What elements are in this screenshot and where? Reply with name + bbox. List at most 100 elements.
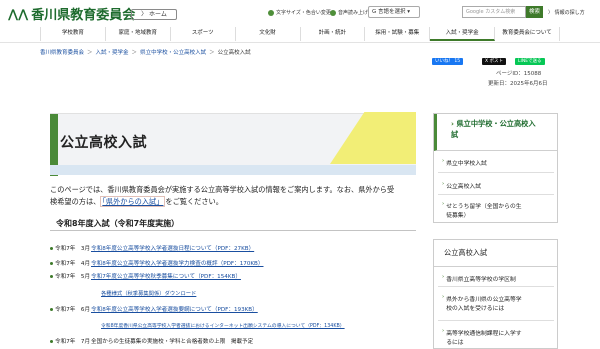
item-link[interactable]: 令和8年度公立高等学校入学者選抜日程について（PDF：27KB） <box>91 246 254 252</box>
list-item: 令和7年 7月全国からの生徒募集の実施校・学科と合格者数の上限 掲載予定 <box>50 337 253 345</box>
chevron-right-icon: › <box>442 328 445 334</box>
list-item: 令和7年 3月令和8年度公立高等学校入学者選抜日程について（PDF：27KB） <box>50 244 254 252</box>
bullet-icon <box>50 275 53 278</box>
update-date: 更新日：2025年6月6日 <box>488 81 548 87</box>
side-item-label: 県外から香川県の公立高等学 校の入試を受けるには <box>446 294 521 312</box>
breadcrumb-item-current: 公立高校入試 <box>217 50 251 56</box>
font-size-icon <box>268 9 274 16</box>
breadcrumb-item-entrance[interactable]: 県立中学校・公立高校入試 <box>140 50 206 56</box>
font-size-label: 文字サイズ・色合い変更 <box>276 10 331 16</box>
section-divider <box>50 230 416 231</box>
side-menu-high-school: 公立高校入試 › 香川県立高等学校の学区制 › 県外から香川県の公立高等学 校の入試を… <box>433 239 558 349</box>
side-divider <box>438 172 554 173</box>
how-to-find-link[interactable]: 〉 情報の探し方 <box>548 9 585 16</box>
side-menu-item-correspondence[interactable]: › 高等学校通信制課程に入学す るには <box>442 328 522 346</box>
font-size-color-link[interactable]: 文字サイズ・色合い変更 <box>268 9 331 16</box>
site-logo[interactable]: ⋀⋀ 香川県教育委員会 <box>8 4 136 24</box>
chevron-right-icon: › <box>442 274 445 280</box>
intro-text-2: 検希望の方は、 「県外からの入試」 をご覧ください。 <box>50 196 223 207</box>
item-date: 令和7年 7月 <box>55 339 91 345</box>
breadcrumb-item-admissions[interactable]: 入試・奨学金 <box>96 50 129 56</box>
list-item: 令和7年 6月令和8年度公立高等学校入学者選抜要綱について（PDF：193KB） <box>50 305 258 313</box>
item-date: 令和7年 5月 <box>55 274 91 280</box>
side-item-line1: 県外から香川県の公立高等学 <box>446 297 522 303</box>
side-item-label: 県立中学校入試 <box>446 161 487 167</box>
side-menu-heading[interactable]: › 県立中学校・公立高校入試 <box>434 114 557 151</box>
intro-prefix: 検希望の方は、 <box>50 197 101 206</box>
intro-suffix: をご覧ください。 <box>165 197 223 206</box>
side-menu-heading[interactable]: 公立高校入試 <box>434 240 557 267</box>
nav-item-admissions[interactable]: 入試・奨学金 <box>430 27 496 41</box>
side-item-line2: 徒募集） <box>446 213 470 219</box>
nav-item-sports[interactable]: スポーツ <box>171 27 236 41</box>
side-item-line1: 高等学校通信制課程に入学す <box>446 331 522 337</box>
site-title: 香川県教育委員会 <box>31 8 136 23</box>
search-input[interactable]: Google カスタム検索 <box>462 6 526 18</box>
item-text: 全国からの生徒募集の実施校・学科と合格者数の上限 掲載予定 <box>91 339 254 345</box>
side-divider <box>438 286 554 287</box>
list-item: 令和7年 4月令和8年度公立高等学校入学者選抜学力検査の概評（PDF：170KB… <box>50 259 263 267</box>
logo-mark-icon: ⋀⋀ <box>8 6 29 21</box>
chevron-right-icon: › <box>442 181 445 187</box>
item-link[interactable]: 令和8年度公立高等学校入学者選抜学力検査の概評（PDF：170KB） <box>91 261 263 267</box>
voice-read-link[interactable]: 音声読み上げ <box>330 9 368 16</box>
chevron-right-icon: › <box>442 201 445 207</box>
side-menu-item-district[interactable]: › 香川県立高等学校の学区制 <box>442 274 516 283</box>
bullet-icon <box>50 340 53 343</box>
chevron-right-icon: › <box>442 158 445 164</box>
forms-download-link[interactable]: 各種様式（秋季募集関係）ダウンロード <box>101 289 196 297</box>
page-title: 公立高校入試 <box>60 135 147 151</box>
side-menu-item-junior-high[interactable]: › 県立中学校入試 <box>442 158 487 167</box>
side-item-line1: せとうち留学（全国からの生 <box>446 204 522 210</box>
title-blue-stripe <box>50 165 416 175</box>
bullet-icon <box>50 262 53 265</box>
breadcrumb-separator: ＞ <box>87 50 93 56</box>
nav-item-cultural-property[interactable]: 文化財 <box>236 27 301 41</box>
side-divider <box>438 194 554 195</box>
breadcrumb-separator: ＞ <box>131 50 138 56</box>
side-heading-line2: 試 <box>451 130 459 139</box>
list-item: 令和7年 5月令和7年度公立高等学校秋季募集について（PDF：154KB） <box>50 272 241 280</box>
search-button[interactable]: 検索 <box>526 6 543 18</box>
out-of-prefecture-link[interactable]: 「県外からの入試」 <box>100 196 166 207</box>
breadcrumb: 香川県教育委員会＞入試・奨学金＞県立中学校・公立高校入試＞公立高校入試 <box>40 48 251 56</box>
side-menu-entrance: › 県立中学校・公立高校入試 › 県立中学校入試 › 公立高校入試 › せとうち留学（… <box>433 113 558 223</box>
side-item-line2: るには <box>446 340 464 346</box>
bullet-icon <box>50 308 53 311</box>
global-nav: 学校教育 家庭・地域教育 スポーツ 文化財 計画・統計 採用・試験・募集 入試・… <box>40 27 560 41</box>
x-post-button[interactable]: X ポスト <box>482 58 507 65</box>
nav-item-school-education[interactable]: 学校教育 <box>40 27 106 41</box>
line-share-button[interactable]: LINEで送る <box>515 58 545 65</box>
bullet-icon <box>50 247 53 250</box>
side-heading-line1: 県立中学校・公立高校入 <box>456 119 536 128</box>
breadcrumb-item-home[interactable]: 香川県教育委員会 <box>40 50 84 56</box>
nav-item-recruitment[interactable]: 採用・試験・募集 <box>365 27 431 41</box>
section-heading: 令和8年度入試（令和7年度実施） <box>56 219 180 228</box>
side-item-label: 高等学校通信制課程に入学す るには <box>446 328 521 346</box>
item-date: 令和7年 3月 <box>55 246 91 252</box>
side-divider <box>438 320 554 321</box>
facebook-like-button[interactable]: いいね！ 15 <box>432 58 464 65</box>
internet-application-link[interactable]: 令和8年度香川県公立高等学校入学者選抜におけるインターネット出願システムの導入に… <box>101 322 345 329</box>
page-id: ページID：15088 <box>496 71 542 77</box>
side-menu-item-high-school[interactable]: › 公立高校入試 <box>442 181 481 190</box>
chevron-right-icon: › <box>442 294 445 300</box>
home-button[interactable]: 〉 ホーム <box>131 9 177 20</box>
language-select[interactable]: G 言語を選択 ▾ <box>368 6 420 18</box>
item-link[interactable]: 令和8年度公立高等学校入学者選抜要綱について（PDF：193KB） <box>91 307 258 313</box>
side-item-label: せとうち留学（全国からの生 徒募集） <box>446 201 521 219</box>
nav-item-plans-statistics[interactable]: 計画・統計 <box>301 27 366 41</box>
side-menu-item-outside-prefecture[interactable]: › 県外から香川県の公立高等学 校の入試を受けるには <box>442 294 522 312</box>
nav-item-about-board[interactable]: 教育委員会について <box>495 27 560 41</box>
item-date: 令和7年 4月 <box>55 261 91 267</box>
breadcrumb-separator: ＞ <box>209 50 215 56</box>
title-yellow-decoration <box>330 112 416 164</box>
intro-text: このページでは、香川県教育委員会が実施する公立高等学校入試の情報をご案内します。… <box>50 185 395 194</box>
side-menu-item-setouchi[interactable]: › せとうち留学（全国からの生 徒募集） <box>442 201 522 219</box>
side-item-label: 公立高校入試 <box>446 184 481 190</box>
item-link[interactable]: 令和7年度公立高等学校秋季募集について（PDF：154KB） <box>91 274 241 280</box>
nav-item-family-community[interactable]: 家庭・地域教育 <box>106 27 171 41</box>
speaker-icon <box>330 9 336 16</box>
side-item-line2: 校の入試を受けるには <box>446 306 505 312</box>
side-item-label: 香川県立高等学校の学区制 <box>446 277 516 283</box>
